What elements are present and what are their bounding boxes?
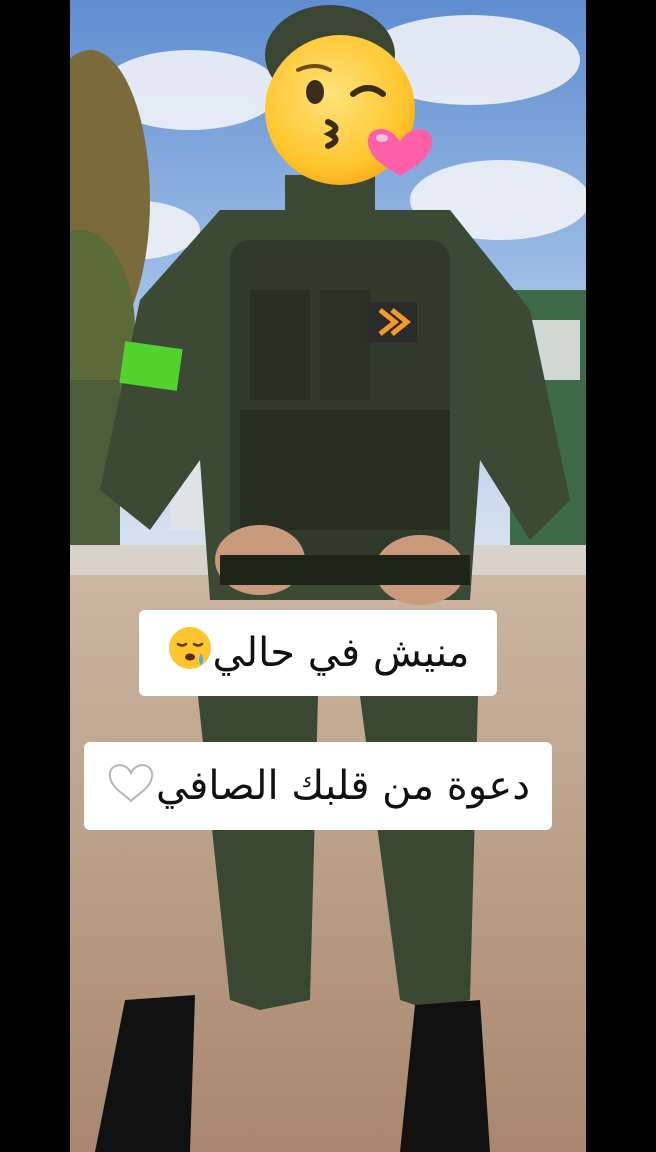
photo-scene: [70, 0, 586, 1152]
video-frame: [70, 0, 586, 1152]
caption-line-1-text: منيش في حالي: [212, 630, 470, 676]
caption-line-2: دعوة من قلبك الصافي: [84, 742, 552, 830]
white-heart-icon: [106, 759, 156, 813]
sleepy-face-icon: [167, 625, 213, 681]
caption-line-2-text: دعوة من قلبك الصافي: [155, 763, 531, 809]
caption-line-1: منيش في حالي: [139, 610, 497, 696]
